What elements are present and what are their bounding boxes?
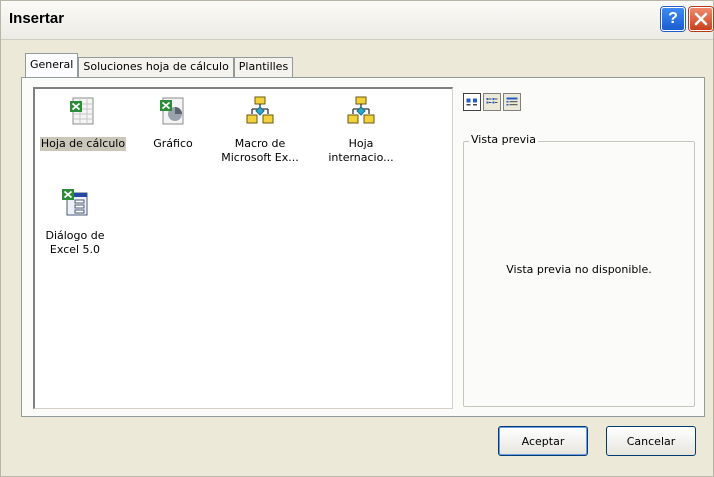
list-view-button[interactable] [483, 93, 501, 111]
large-icons-view-button[interactable] [463, 93, 481, 111]
title-bar[interactable]: Insertar ? [1, 1, 713, 40]
item-label-line1: Macro de [234, 137, 286, 150]
details-view-button[interactable] [503, 93, 521, 111]
tab-soluciones[interactable]: Soluciones hoja de cálculo [78, 57, 234, 77]
view-toggle-group [463, 93, 523, 111]
worksheet-icon [70, 97, 94, 125]
help-icon: ? [668, 10, 678, 27]
item-label: Hoja de cálculo [39, 137, 127, 151]
item-label: Gráfico [153, 137, 193, 150]
dialog-icon [62, 189, 88, 216]
dialog-title: Insertar [9, 10, 65, 27]
help-button[interactable]: ? [661, 7, 685, 31]
macro-icon [246, 96, 274, 124]
preview-message: Vista previa no disponible. [506, 263, 652, 276]
list-icon [486, 98, 498, 104]
close-icon [694, 12, 708, 26]
item-label-line2: Excel 5.0 [49, 243, 101, 256]
macro-icon [347, 96, 375, 124]
item-label-line2: Microsoft Ex... [221, 151, 299, 164]
ok-button[interactable]: Aceptar [498, 426, 588, 456]
cancel-button[interactable]: Cancelar [606, 426, 696, 456]
tab-plantilles[interactable]: Plantilles [233, 57, 294, 77]
list-item-dialog[interactable]: Diálogo de Excel 5.0 [35, 187, 115, 257]
list-item-worksheet[interactable]: Hoja de cálculo [35, 95, 131, 151]
details-icon [506, 97, 518, 106]
chart-icon [160, 97, 184, 125]
tab-strip: General Soluciones hoja de cálculo Plant… [25, 53, 294, 77]
item-label-line2: internacio... [328, 151, 394, 164]
list-item-intl-macro[interactable]: Hoja internacio... [317, 95, 405, 165]
list-item-chart[interactable]: Gráfico [131, 95, 215, 151]
tab-general[interactable]: General [25, 53, 79, 77]
list-item-macro[interactable]: Macro de Microsoft Ex... [215, 95, 305, 165]
close-button[interactable] [689, 7, 713, 31]
insert-dialog: Insertar ? General Soluciones hoja de cá… [0, 0, 714, 477]
item-label-line1: Diálogo de [45, 229, 105, 242]
large-icons-icon [466, 98, 477, 106]
item-label-line1: Hoja [348, 137, 374, 150]
preview-legend: Vista previa [469, 133, 538, 146]
template-list[interactable]: Hoja de cálculo Gráfico Macro de Microso… [33, 87, 453, 409]
